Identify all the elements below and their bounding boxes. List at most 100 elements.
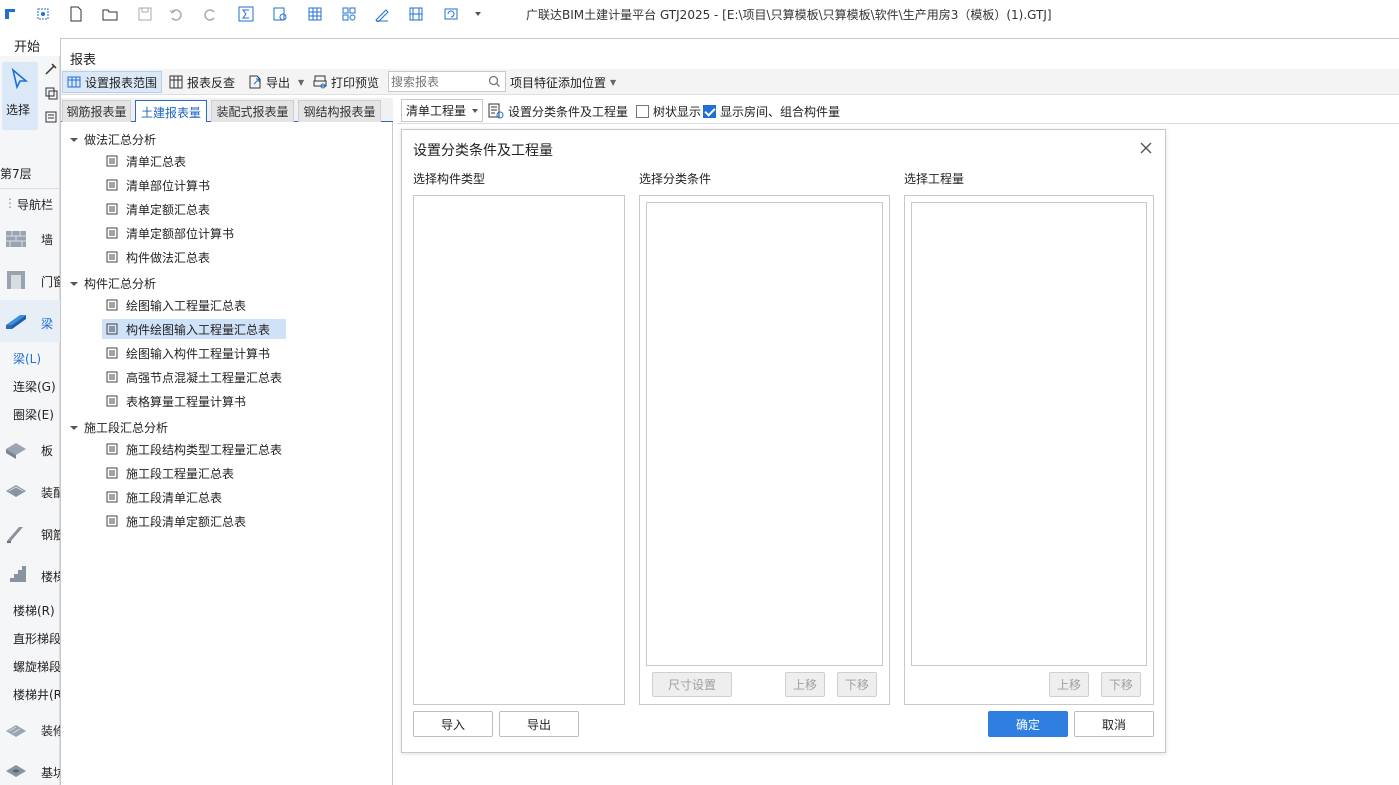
tree-item[interactable]: 施工段清单汇总表 bbox=[102, 487, 226, 507]
feature-position-dropdown[interactable]: 项目特征添加位置 ▼ bbox=[510, 71, 616, 93]
sidebar-item-door-window[interactable]: 门窗 bbox=[41, 273, 60, 290]
ribbon-tab-start[interactable]: 开始 bbox=[14, 36, 40, 55]
tree-display-checkbox[interactable]: 树状显示 bbox=[636, 102, 701, 120]
draw-icon[interactable] bbox=[372, 4, 392, 24]
classification-move-down-button[interactable]: 下移 bbox=[837, 672, 877, 697]
report-search-input[interactable] bbox=[391, 73, 487, 90]
beam-icon[interactable] bbox=[4, 309, 28, 333]
caret-down-icon[interactable] bbox=[70, 424, 78, 432]
steel-icon[interactable] bbox=[4, 521, 28, 545]
quantity-move-up-button[interactable]: 上移 bbox=[1049, 672, 1089, 697]
sidebar-sub-coupling-beam[interactable]: 连梁(G) bbox=[13, 378, 60, 395]
sidebar-sub-spiral-flight[interactable]: 螺旋梯段 bbox=[13, 658, 60, 675]
copy-icon[interactable] bbox=[44, 86, 58, 100]
tree-item[interactable]: 绘图输入构件工程量计算书 bbox=[102, 343, 274, 363]
door-window-icon[interactable] bbox=[4, 268, 28, 292]
slab-icon[interactable] bbox=[4, 437, 28, 461]
decoration-icon[interactable] bbox=[4, 717, 28, 741]
tree-item[interactable]: 绘图输入工程量汇总表 bbox=[102, 295, 250, 315]
tree-item[interactable]: 清单定额汇总表 bbox=[102, 199, 214, 219]
prefab-icon[interactable] bbox=[4, 479, 28, 503]
save-icon[interactable] bbox=[135, 4, 155, 24]
grid-icon[interactable] bbox=[305, 4, 325, 24]
tree-item-label: 高强节点混凝土工程量汇总表 bbox=[126, 370, 283, 385]
sidebar-item-decoration[interactable]: 装修 bbox=[41, 722, 60, 739]
classification-list[interactable] bbox=[646, 202, 883, 666]
size-setting-button[interactable]: 尺寸设置 bbox=[652, 672, 732, 697]
dialog-export-button[interactable]: 导出 bbox=[499, 711, 579, 737]
tab-civil-report[interactable]: 土建报表量 bbox=[135, 100, 207, 123]
open-folder-icon[interactable] bbox=[100, 4, 120, 24]
quantity-list[interactable] bbox=[911, 202, 1147, 666]
component-type-list[interactable] bbox=[413, 195, 625, 705]
tree-item[interactable]: 清单定额部位计算书 bbox=[102, 223, 238, 243]
tree-display-check[interactable] bbox=[636, 104, 649, 118]
set-report-range-button[interactable]: 设置报表范围 bbox=[62, 71, 163, 93]
report-search-box[interactable] bbox=[388, 71, 506, 92]
list-icon[interactable] bbox=[44, 110, 58, 124]
tree-group[interactable]: 构件汇总分析 bbox=[70, 275, 156, 292]
quantity-move-down-button[interactable]: 下移 bbox=[1101, 672, 1141, 697]
cancel-button[interactable]: 取消 bbox=[1074, 711, 1154, 737]
quantity-type-select[interactable]: 清单工程量 bbox=[401, 99, 483, 122]
stair-icon[interactable] bbox=[4, 562, 28, 586]
tab-steel-report[interactable]: 钢结构报表量 bbox=[298, 100, 381, 122]
report-reverse-check-button[interactable]: 报表反查 bbox=[169, 71, 235, 93]
tab-prefab-report[interactable]: 装配式报表量 bbox=[211, 100, 294, 122]
sidebar-sub-stair-well[interactable]: 楼梯井(R) bbox=[13, 686, 60, 703]
sum-icon[interactable] bbox=[236, 4, 256, 24]
tree-item[interactable]: 清单部位计算书 bbox=[102, 175, 214, 195]
sidebar-item-steel[interactable]: 钢筋 bbox=[41, 526, 60, 543]
floor-label[interactable]: 第7层 bbox=[0, 165, 60, 182]
sidebar-item-slab[interactable]: 板 bbox=[41, 442, 60, 459]
close-icon[interactable] bbox=[1139, 141, 1153, 155]
tree-item[interactable]: 施工段工程量汇总表 bbox=[102, 463, 238, 483]
print-preview-button[interactable]: 打印预览 bbox=[313, 71, 379, 93]
tab-rebar-report[interactable]: 钢筋报表量 bbox=[62, 100, 131, 122]
sync-icon[interactable] bbox=[441, 4, 461, 24]
sidebar-sub-ring-beam[interactable]: 圈梁(E) bbox=[13, 406, 60, 423]
select-tool-button[interactable] bbox=[2, 62, 38, 130]
tree-item[interactable]: 高强节点混凝土工程量汇总表 bbox=[102, 367, 286, 387]
caret-down-icon[interactable] bbox=[70, 280, 78, 288]
tree-item[interactable]: 施工段清单定额汇总表 bbox=[102, 511, 250, 531]
sidebar-sub-beam-l[interactable]: 梁(L) bbox=[13, 350, 60, 367]
pick-icon[interactable] bbox=[44, 62, 58, 76]
redo-icon[interactable] bbox=[200, 4, 220, 24]
component-type-label: 选择构件类型 bbox=[413, 172, 486, 186]
tree-group[interactable]: 做法汇总分析 bbox=[70, 131, 156, 148]
film-icon[interactable] bbox=[406, 4, 426, 24]
classification-move-up-button[interactable]: 上移 bbox=[785, 672, 825, 697]
view-report-icon[interactable] bbox=[270, 4, 290, 24]
sidebar-item-wall[interactable]: 墙 bbox=[41, 231, 60, 248]
sidebar-item-stair[interactable]: 楼梯 bbox=[41, 568, 60, 585]
caret-down-icon[interactable] bbox=[70, 136, 78, 144]
ok-button[interactable]: 确定 bbox=[988, 711, 1068, 737]
undo-icon[interactable] bbox=[166, 4, 186, 24]
sidebar-sub-straight-flight[interactable]: 直形梯段 bbox=[13, 630, 60, 647]
export-dropdown-icon[interactable]: ▼ bbox=[298, 78, 304, 87]
tree-item[interactable]: 施工段结构类型工程量汇总表 bbox=[102, 439, 286, 459]
tree-item[interactable]: 构件做法汇总表 bbox=[102, 247, 214, 267]
tree-item[interactable]: 构件绘图输入工程量汇总表 bbox=[102, 319, 286, 339]
set-conditions-button[interactable]: 设置分类条件及工程量 bbox=[488, 102, 628, 120]
sidebar-sub-stair-r[interactable]: 楼梯(R) bbox=[13, 602, 60, 619]
foundation-pit-icon[interactable] bbox=[4, 759, 28, 783]
sidebar-item-beam[interactable]: 梁 bbox=[41, 315, 60, 332]
cloud-icon[interactable] bbox=[33, 4, 53, 24]
wall-icon[interactable] bbox=[4, 227, 28, 251]
new-file-icon[interactable] bbox=[66, 4, 86, 24]
export-button[interactable]: 导出 ▼ bbox=[248, 71, 304, 93]
sidebar-item-prefab[interactable]: 装配 bbox=[41, 484, 60, 501]
query-icon[interactable] bbox=[339, 4, 359, 24]
drag-handle-icon[interactable]: ⋮ bbox=[4, 196, 16, 210]
search-icon[interactable] bbox=[488, 75, 501, 88]
customize-dropdown-icon[interactable] bbox=[468, 4, 488, 24]
show-rooms-checkbox[interactable]: 显示房间、组合构件量 bbox=[703, 102, 840, 120]
import-button[interactable]: 导入 bbox=[413, 711, 493, 737]
tree-item[interactable]: 清单汇总表 bbox=[102, 151, 190, 171]
sidebar-item-foundation-pit[interactable]: 基坑 bbox=[41, 764, 60, 781]
show-rooms-check[interactable] bbox=[703, 104, 716, 118]
tree-group[interactable]: 施工段汇总分析 bbox=[70, 419, 168, 436]
tree-item[interactable]: 表格算量工程量计算书 bbox=[102, 391, 250, 411]
